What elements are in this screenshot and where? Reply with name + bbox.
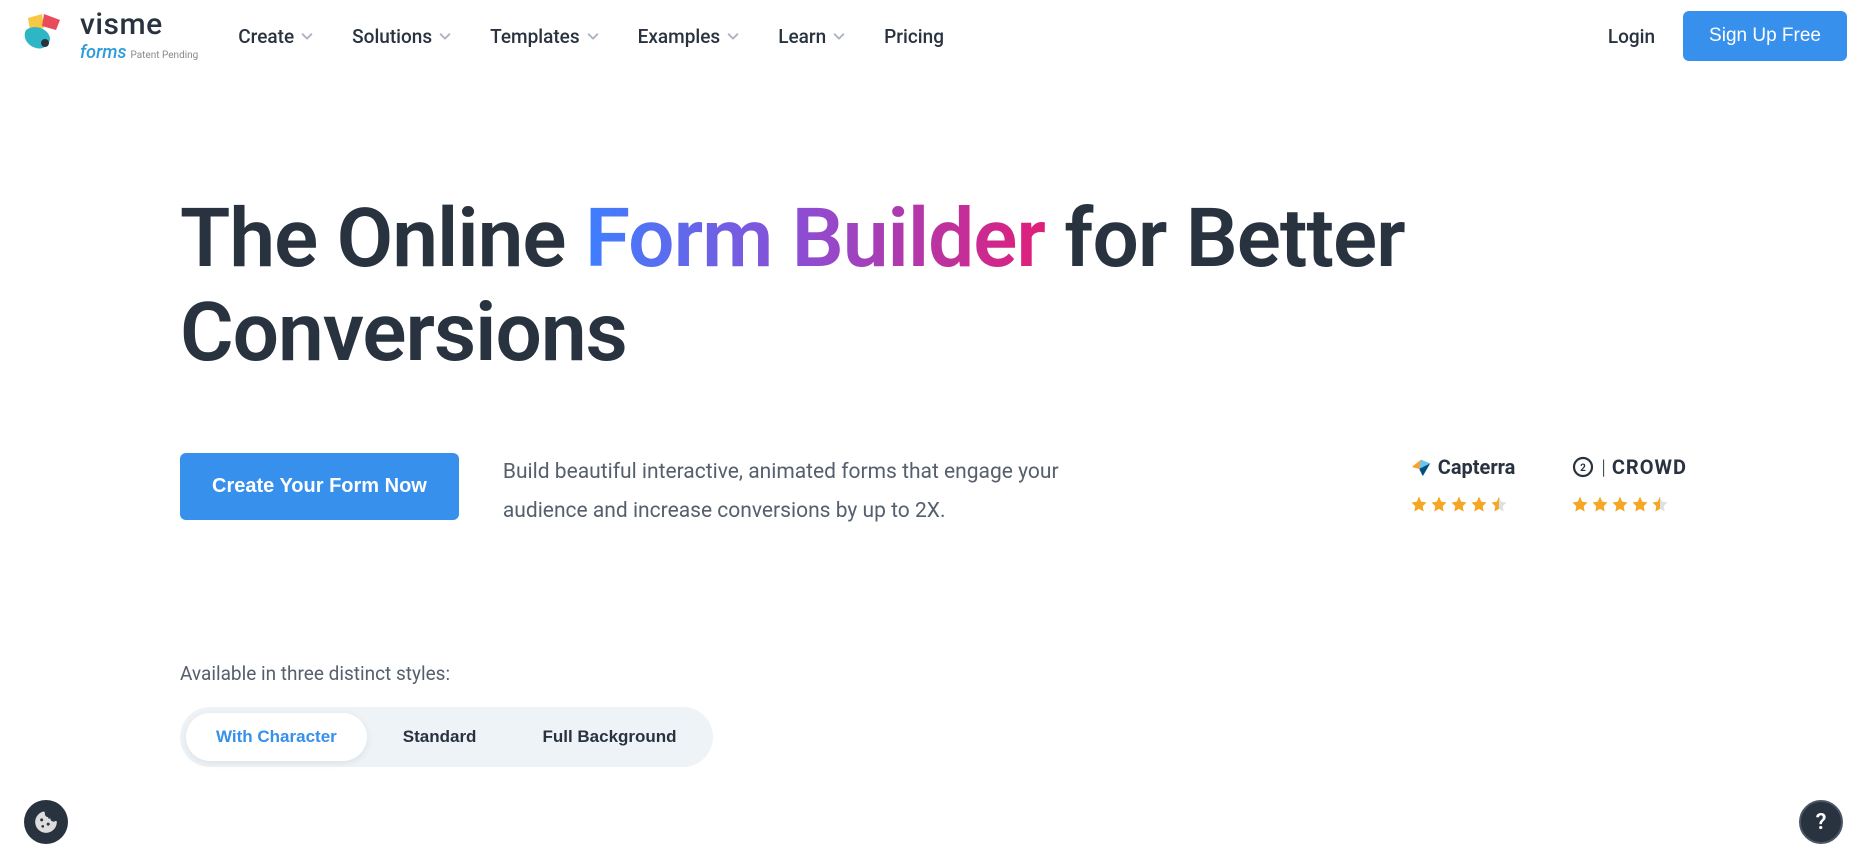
rating-brand-label: Capterra xyxy=(1438,455,1516,479)
signup-button[interactable]: Sign Up Free xyxy=(1683,11,1847,61)
login-link[interactable]: Login xyxy=(1608,25,1655,48)
rating-brand-g2crowd: 2 | CROWD xyxy=(1571,453,1687,481)
stars-g2crowd xyxy=(1571,495,1687,513)
star-icon xyxy=(1430,495,1448,513)
rating-brand-label: CROWD xyxy=(1612,455,1687,479)
stars-capterra xyxy=(1410,495,1516,513)
nav-label: Solutions xyxy=(352,25,432,48)
star-icon xyxy=(1470,495,1488,513)
nav-label: Pricing xyxy=(884,25,944,48)
hero-title-pre: The Online xyxy=(180,191,585,287)
help-icon: ? xyxy=(1816,810,1827,835)
nav-item-create[interactable]: Create xyxy=(238,25,314,48)
styles-section: Available in three distinct styles: With… xyxy=(0,532,1867,767)
main-nav: Create Solutions Templates Examples Lear… xyxy=(238,25,944,48)
logo-text: visme forms Patent Pending xyxy=(80,10,198,63)
logo-patent: Patent Pending xyxy=(130,50,198,61)
hero-title-gradient: Form Builder xyxy=(585,191,1045,287)
ratings: Capterra 2 | CROWD xyxy=(1410,453,1687,513)
chevron-down-icon xyxy=(586,29,600,43)
nav-label: Learn xyxy=(778,25,826,48)
style-tab-with-character[interactable]: With Character xyxy=(186,713,367,761)
star-icon xyxy=(1591,495,1609,513)
nav-label: Create xyxy=(238,25,294,48)
chevron-down-icon xyxy=(726,29,740,43)
style-tab-full-background[interactable]: Full Background xyxy=(512,713,706,761)
rating-brand-capterra: Capterra xyxy=(1410,453,1516,481)
chevron-down-icon xyxy=(832,29,846,43)
logo[interactable]: visme forms Patent Pending xyxy=(20,10,198,63)
chevron-down-icon xyxy=(300,29,314,43)
star-icon xyxy=(1410,495,1428,513)
rating-capterra: Capterra xyxy=(1410,453,1516,513)
star-icon xyxy=(1631,495,1649,513)
cookie-settings-button[interactable] xyxy=(24,800,68,844)
nav-label: Examples xyxy=(638,25,721,48)
logo-subword: forms xyxy=(80,42,126,63)
header: visme forms Patent Pending Create Soluti… xyxy=(0,0,1867,72)
rating-g2crowd: 2 | CROWD xyxy=(1571,453,1687,513)
nav-label: Templates xyxy=(490,25,579,48)
star-icon xyxy=(1611,495,1629,513)
hero: The Online Form Builder for Better Conve… xyxy=(0,72,1867,532)
styles-label: Available in three distinct styles: xyxy=(180,662,1687,685)
logo-mark-icon xyxy=(20,10,74,58)
logo-word: visme xyxy=(80,10,198,40)
header-right: Login Sign Up Free xyxy=(1608,11,1847,61)
style-tab-standard[interactable]: Standard xyxy=(373,713,507,761)
hero-row: Create Your Form Now Build beautiful int… xyxy=(180,453,1687,533)
hero-title: The Online Form Builder for Better Conve… xyxy=(180,192,1687,381)
help-button[interactable]: ? xyxy=(1799,800,1843,844)
nav-item-learn[interactable]: Learn xyxy=(778,25,846,48)
star-icon xyxy=(1571,495,1589,513)
star-half-icon xyxy=(1651,495,1669,513)
capterra-icon xyxy=(1410,456,1432,478)
cookie-icon xyxy=(33,809,59,835)
style-tabs: With Character Standard Full Background xyxy=(180,707,713,767)
svg-text:2: 2 xyxy=(1581,463,1587,474)
nav-item-solutions[interactable]: Solutions xyxy=(352,25,452,48)
nav-item-templates[interactable]: Templates xyxy=(490,25,599,48)
star-half-icon xyxy=(1490,495,1508,513)
g2-icon: 2 xyxy=(1571,455,1595,479)
create-form-button[interactable]: Create Your Form Now xyxy=(180,453,459,520)
nav-item-pricing[interactable]: Pricing xyxy=(884,25,944,48)
star-icon xyxy=(1450,495,1468,513)
hero-description: Build beautiful interactive, animated fo… xyxy=(503,453,1063,533)
chevron-down-icon xyxy=(438,29,452,43)
nav-item-examples[interactable]: Examples xyxy=(638,25,741,48)
